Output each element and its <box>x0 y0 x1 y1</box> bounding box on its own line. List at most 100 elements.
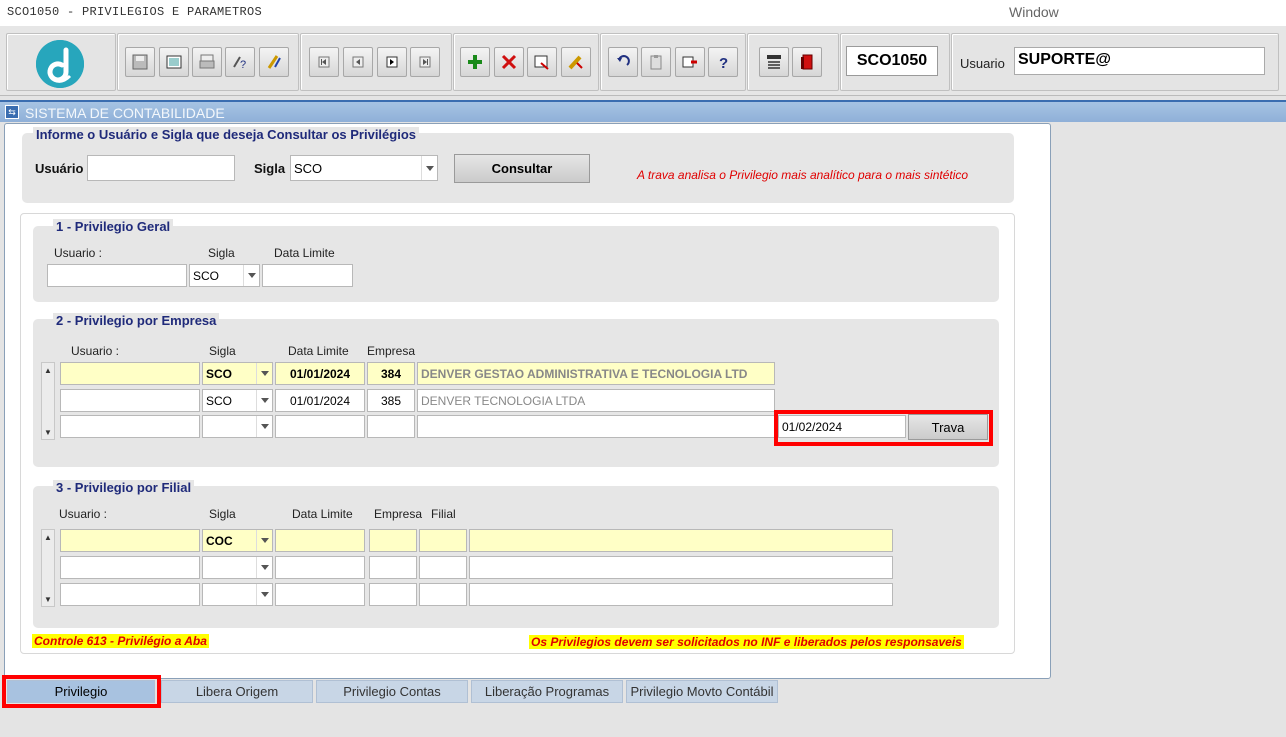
last-record-icon[interactable] <box>410 47 440 77</box>
edit-record-icon[interactable] <box>561 47 591 77</box>
print-icon[interactable] <box>192 47 222 77</box>
window-icon: ⇆ <box>5 105 19 119</box>
tab-privilegio-contas[interactable]: Privilegio Contas <box>316 680 468 703</box>
empresa-row1-empresa[interactable]: 384 <box>367 362 415 385</box>
consulta-sigla-select[interactable]: SCO <box>290 155 438 181</box>
filial-col-filial: Filial <box>431 507 456 521</box>
empresa-row1-data[interactable]: 01/01/2024 <box>275 362 365 385</box>
aviso-note: Os Privilegios devem ser solicitados no … <box>529 635 964 649</box>
filial-row3-empresa[interactable] <box>369 583 417 606</box>
current-user-field: SUPORTE@ <box>1014 47 1265 75</box>
empresa-row2-usuario[interactable] <box>60 389 200 412</box>
filial-scrollbar[interactable]: ▲ ▼ <box>41 529 55 607</box>
empresa-row2-sigla[interactable]: SCO <box>202 389 273 412</box>
empresa-row3-usuario[interactable] <box>60 415 200 438</box>
filial-row2-data[interactable] <box>275 556 365 579</box>
geral-sigla-value: SCO <box>193 269 220 283</box>
chevron-down-icon[interactable] <box>243 265 259 286</box>
list-values-icon[interactable] <box>675 47 705 77</box>
consulta-sigla-value: SCO <box>294 161 323 176</box>
previous-record-icon[interactable] <box>343 47 373 77</box>
undo-icon[interactable] <box>608 47 638 77</box>
filial-row3-usuario[interactable] <box>60 583 200 606</box>
empresa-row2-sigla-value: SCO <box>206 394 233 408</box>
execute-icon[interactable] <box>259 47 289 77</box>
save-icon[interactable] <box>125 47 155 77</box>
empresa-scrollbar[interactable]: ▲ ▼ <box>41 362 55 440</box>
scroll-up-icon[interactable]: ▲ <box>42 530 54 544</box>
chevron-down-icon[interactable] <box>256 584 272 605</box>
empresa-row1-usuario[interactable] <box>60 362 200 385</box>
insert-record-icon[interactable] <box>460 47 490 77</box>
filial-row1-sigla[interactable]: COC <box>202 529 273 552</box>
svg-text:?: ? <box>719 55 728 71</box>
chevron-down-icon[interactable] <box>421 156 437 180</box>
filial-row1-data[interactable] <box>275 529 365 552</box>
filial-row3-data[interactable] <box>275 583 365 606</box>
next-record-icon[interactable] <box>377 47 407 77</box>
exit-icon[interactable] <box>792 47 822 77</box>
geral-col-sigla: Sigla <box>208 246 235 260</box>
scroll-up-icon[interactable]: ▲ <box>42 363 54 377</box>
window-icon[interactable] <box>159 47 189 77</box>
empresa-row3-empresa[interactable] <box>367 415 415 438</box>
delete-record-icon[interactable] <box>494 47 524 77</box>
window-title: SISTEMA DE CONTABILIDADE <box>25 105 225 121</box>
filial-row2-empresa[interactable] <box>369 556 417 579</box>
consulta-title: Informe o Usuário e Sigla que deseja Con… <box>33 127 419 142</box>
consulta-usuario-input[interactable] <box>87 155 235 181</box>
empresa-row2-data[interactable]: 01/01/2024 <box>275 389 365 412</box>
empresa-row1-sigla[interactable]: SCO <box>202 362 273 385</box>
help-query-icon[interactable]: ? <box>225 47 255 77</box>
consultar-button[interactable]: Consultar <box>454 154 590 183</box>
geral-data-input[interactable] <box>262 264 353 287</box>
filial-row1-usuario[interactable] <box>60 529 200 552</box>
clipboard-icon[interactable] <box>641 47 671 77</box>
empresa-title: 2 - Privilegio por Empresa <box>53 313 220 328</box>
filial-row1-empresa[interactable] <box>369 529 417 552</box>
empresa-row2-empresa[interactable]: 385 <box>367 389 415 412</box>
scroll-down-icon[interactable]: ▼ <box>42 425 54 439</box>
tab-highlight <box>2 675 161 708</box>
controle-note: Controle 613 - Privilégio a Aba <box>32 634 209 648</box>
empresa-row3-sigla[interactable] <box>202 415 273 438</box>
empresa-col-data: Data Limite <box>288 344 349 358</box>
filial-col-empresa: Empresa <box>374 507 423 521</box>
filial-row1-filial[interactable] <box>419 529 467 552</box>
chevron-down-icon[interactable] <box>256 416 272 437</box>
help-icon[interactable]: ? <box>708 47 738 77</box>
geral-usuario-input[interactable] <box>47 264 187 287</box>
tab-libera-origem[interactable]: Libera Origem <box>161 680 313 703</box>
window-menu[interactable]: Window <box>1009 4 1059 20</box>
chevron-down-icon[interactable] <box>256 530 272 551</box>
empresa-col-usuario: Usuario : <box>71 344 120 358</box>
geral-col-data: Data Limite <box>274 246 335 260</box>
consulta-usuario-label: Usuário <box>35 161 84 176</box>
filial-row3-sigla[interactable] <box>202 583 273 606</box>
menu-icon[interactable] <box>759 47 789 77</box>
usuario-label: Usuario <box>960 56 1005 71</box>
empresa-row1-sigla-value: SCO <box>206 367 233 381</box>
geral-title: 1 - Privilegio Geral <box>53 219 174 234</box>
scroll-down-icon[interactable]: ▼ <box>42 592 54 606</box>
filial-title: 3 - Privilegio por Filial <box>53 480 195 495</box>
app-title: SCO1050 - PRIVILEGIOS E PARAMETROS <box>7 5 263 19</box>
chevron-down-icon[interactable] <box>256 390 272 411</box>
duplicate-record-icon[interactable] <box>527 47 557 77</box>
filial-row3-filial[interactable] <box>419 583 467 606</box>
filial-row1-sigla-value: COC <box>206 534 233 548</box>
geral-sigla-select[interactable]: SCO <box>189 264 260 287</box>
filial-row2-usuario[interactable] <box>60 556 200 579</box>
chevron-down-icon[interactable] <box>256 363 272 384</box>
svg-text:?: ? <box>240 59 246 71</box>
chevron-down-icon[interactable] <box>256 557 272 578</box>
tab-privilegio-movto-contabil[interactable]: Privilegio Movto Contábil <box>626 680 778 703</box>
first-record-icon[interactable] <box>309 47 339 77</box>
filial-row3-nome <box>469 583 893 606</box>
empresa-col-sigla: Sigla <box>209 344 236 358</box>
empresa-row3-data[interactable] <box>275 415 365 438</box>
tab-liberacao-programas[interactable]: Liberação Programas <box>471 680 623 703</box>
filial-col-sigla: Sigla <box>209 507 236 521</box>
filial-row2-filial[interactable] <box>419 556 467 579</box>
filial-row2-sigla[interactable] <box>202 556 273 579</box>
